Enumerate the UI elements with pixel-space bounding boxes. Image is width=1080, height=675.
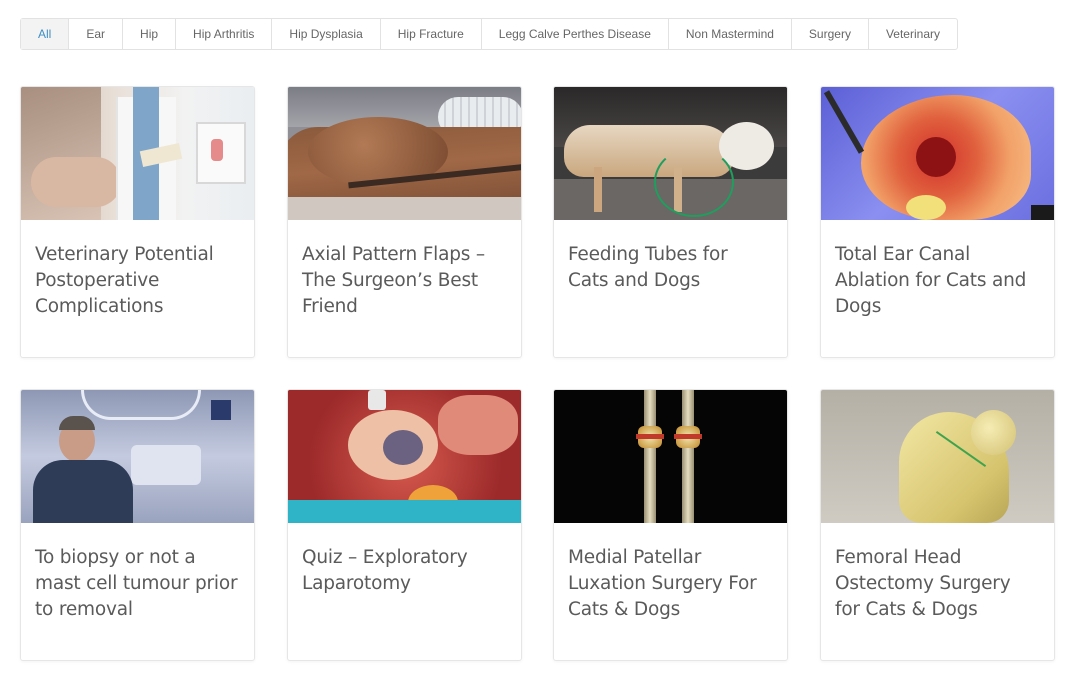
- article-card-axial-pattern-flaps[interactable]: Axial Pattern Flaps – The Surgeon’s Best…: [287, 86, 522, 358]
- presenter-operating-theatre-thumbnail: [21, 390, 254, 523]
- article-card-mast-cell-biopsy[interactable]: To biopsy or not a mast cell tumour prio…: [20, 389, 255, 661]
- filter-tab-ear[interactable]: Ear: [69, 19, 124, 49]
- thin-dog-feeding-tube-thumbnail: [554, 87, 787, 220]
- femur-bone-model-thumbnail: [821, 390, 1054, 523]
- filter-tab-hip[interactable]: Hip: [123, 19, 177, 49]
- filter-tab-hip-dysplasia[interactable]: Hip Dysplasia: [272, 19, 381, 49]
- article-card-postoperative-complications[interactable]: Veterinary Potential Postoperative Compl…: [20, 86, 255, 358]
- article-card-feeding-tubes[interactable]: Feeding Tubes for Cats and Dogs: [553, 86, 788, 358]
- article-title: Quiz – Exploratory Laparotomy: [302, 547, 468, 594]
- category-filter-bar: All Ear Hip Hip Arthritis Hip Dysplasia …: [20, 18, 958, 50]
- article-title: Femoral Head Ostectomy Surgery for Cats …: [835, 547, 1011, 620]
- article-title: Axial Pattern Flaps – The Surgeon’s Best…: [302, 244, 485, 317]
- article-card-femoral-head-ostectomy[interactable]: Femoral Head Ostectomy Surgery for Cats …: [820, 389, 1055, 661]
- filter-tab-hip-arthritis[interactable]: Hip Arthritis: [176, 19, 273, 49]
- filter-tab-legg-calve-perthes[interactable]: Legg Calve Perthes Disease: [482, 19, 669, 49]
- article-card-ear-canal-ablation[interactable]: Total Ear Canal Ablation for Cats and Do…: [820, 86, 1055, 358]
- article-title: Total Ear Canal Ablation for Cats and Do…: [835, 244, 1027, 317]
- hindlimb-bones-3d-thumbnail: [554, 390, 787, 523]
- article-card-patellar-luxation[interactable]: Medial Patellar Luxation Surgery For Cat…: [553, 389, 788, 661]
- article-card-laparotomy-quiz[interactable]: Quiz – Exploratory Laparotomy: [287, 389, 522, 661]
- article-title: To biopsy or not a mast cell tumour prio…: [35, 547, 238, 620]
- clinic-consultation-thumbnail: [21, 87, 254, 220]
- filter-tab-hip-fracture[interactable]: Hip Fracture: [381, 19, 482, 49]
- article-title: Feeding Tubes for Cats and Dogs: [568, 244, 728, 291]
- filter-tab-all[interactable]: All: [21, 19, 70, 49]
- filter-tab-veterinary[interactable]: Veterinary: [869, 19, 957, 49]
- article-title: Medial Patellar Luxation Surgery For Cat…: [568, 547, 757, 620]
- filter-tab-non-mastermind[interactable]: Non Mastermind: [669, 19, 792, 49]
- article-title: Veterinary Potential Postoperative Compl…: [35, 244, 214, 317]
- filter-tab-surgery[interactable]: Surgery: [792, 19, 869, 49]
- ear-surgery-thumbnail: [821, 87, 1054, 220]
- skin-flap-surgery-thumbnail: [288, 87, 521, 220]
- abdominal-surgery-thumbnail: [288, 390, 521, 523]
